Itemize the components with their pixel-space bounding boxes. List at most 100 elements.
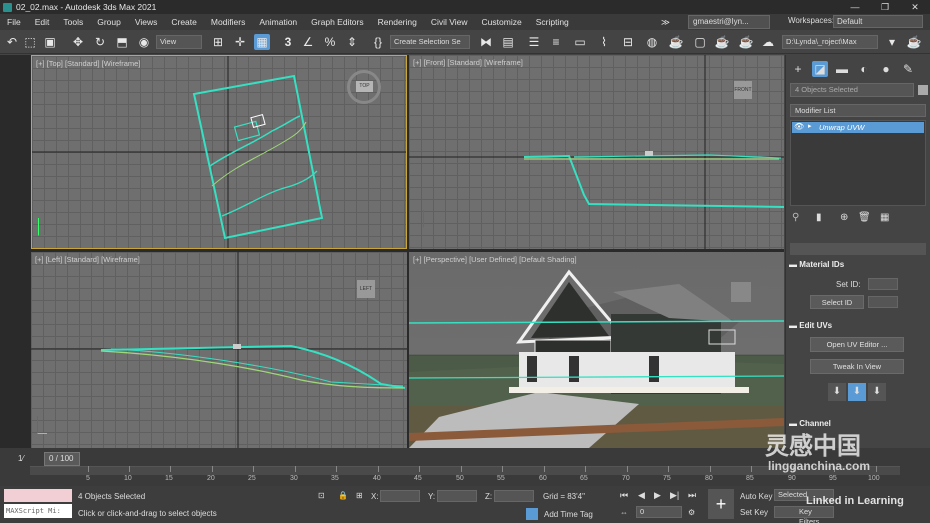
user-account-dropdown[interactable]: gmaestri@lyn... <box>688 15 770 29</box>
align-icon[interactable]: ▤ <box>500 34 516 50</box>
render-iterative-icon[interactable]: ☕ <box>738 34 754 50</box>
menu-rendering[interactable]: Rendering <box>371 17 424 27</box>
material-ids-rollout[interactable]: ▬ Material IDs <box>789 260 925 269</box>
render-production-icon[interactable]: ☕ <box>714 34 730 50</box>
layer-explorer-icon[interactable]: ≡ <box>548 34 564 50</box>
close-button[interactable]: ✕ <box>900 0 930 14</box>
expand-arrow-icon[interactable]: ▸ <box>808 122 812 130</box>
viewcube-perspective[interactable] <box>731 282 751 302</box>
rollout-scroll-bar[interactable] <box>790 243 926 255</box>
set-key-big-icon[interactable]: + <box>708 489 734 519</box>
ribbon-icon[interactable]: ▭ <box>572 34 588 50</box>
reference-coordinate-dropdown[interactable]: View <box>156 35 202 49</box>
go-to-end-icon[interactable]: ⏭ <box>688 490 696 501</box>
uv-mode-2-icon[interactable]: ⬇ <box>848 383 866 401</box>
tweak-in-view-button[interactable]: Tweak In View <box>810 359 904 374</box>
menu-scripting[interactable]: Scripting <box>529 17 576 27</box>
set-key-button[interactable]: Set Key <box>740 508 768 517</box>
render-frame-icon[interactable]: ▢ <box>692 34 708 50</box>
render-setup-icon[interactable]: ☕ <box>668 34 684 50</box>
set-id-spinner[interactable] <box>868 278 898 290</box>
time-slider[interactable]: 0 / 100 <box>44 452 80 466</box>
render-cloud-icon[interactable]: ☁ <box>760 34 776 50</box>
viewport-left-label[interactable]: [+] [Left] [Standard] [Wireframe] <box>35 255 140 264</box>
maximize-button[interactable]: ❐ <box>870 0 900 14</box>
make-unique-icon[interactable]: ⊕ <box>840 212 848 223</box>
menu-modifiers[interactable]: Modifiers <box>204 17 252 27</box>
viewport-front[interactable]: [+] [Front] [Standard] [Wireframe] FRONT <box>409 55 784 249</box>
time-tag-icon[interactable] <box>526 508 538 520</box>
key-mode-icon[interactable]: ⇔ <box>620 508 628 517</box>
select-object-icon[interactable]: ▣ <box>42 34 58 50</box>
rotate-icon[interactable]: ↻ <box>92 34 108 50</box>
viewport-perspective-label[interactable]: [+] [Perspective] [User Defined] [Defaul… <box>413 255 577 264</box>
object-name-field[interactable]: 4 Objects Selected <box>790 83 914 97</box>
previous-frame-icon[interactable]: ◀ <box>638 490 645 501</box>
project-folder-dropdown[interactable]: D:\Lynda\_roject\Max <box>782 35 878 49</box>
select-id-button[interactable]: Select ID <box>810 295 864 309</box>
viewport-front-label[interactable]: [+] [Front] [Standard] [Wireframe] <box>413 58 523 67</box>
x-coordinate-field[interactable] <box>380 490 420 502</box>
move-icon[interactable]: ✥ <box>70 34 86 50</box>
curve-editor-icon[interactable]: ⌇ <box>596 34 612 50</box>
show-end-result-icon[interactable]: ▮ <box>816 212 822 223</box>
select-manipulate-icon[interactable]: ✛ <box>232 34 248 50</box>
key-filters-button[interactable]: Key Filters... <box>774 506 834 523</box>
spinner-snap-icon[interactable]: ⇕ <box>344 34 360 50</box>
viewport-top[interactable]: [+] [Top] [Standard] [Wireframe] TOP <box>31 55 407 249</box>
hierarchy-tab-icon[interactable]: ▬ <box>834 61 850 77</box>
modifier-list-dropdown[interactable]: Modifier List <box>790 104 926 117</box>
menu-group[interactable]: Group <box>90 17 128 27</box>
schematic-view-icon[interactable]: ⊟ <box>620 34 636 50</box>
configure-sets-icon[interactable]: ▦ <box>880 212 889 223</box>
viewport-perspective[interactable]: [+] [Perspective] [User Defined] [Defaul… <box>409 252 784 448</box>
object-color-swatch[interactable] <box>918 85 928 95</box>
select-id-spinner[interactable] <box>868 296 898 308</box>
menu-tools[interactable]: Tools <box>56 17 90 27</box>
keyboard-shortcut-icon[interactable]: ▦ <box>254 34 270 50</box>
menu-views[interactable]: Views <box>128 17 165 27</box>
absolute-mode-icon[interactable]: ⊞ <box>356 491 363 500</box>
viewport-left[interactable]: [+] [Left] [Standard] [Wireframe] LEFT <box>31 252 407 448</box>
maxscript-mini-listener[interactable]: MAXScript Mi: <box>4 504 72 518</box>
time-config-icon[interactable]: 1⁄ <box>18 454 24 463</box>
workspace-dropdown[interactable]: Default <box>833 15 923 28</box>
teapot-icon[interactable]: ☕ <box>906 34 922 50</box>
viewcube-front[interactable]: FRONT <box>734 81 752 99</box>
display-tab-icon[interactable]: ● <box>878 61 894 77</box>
viewport-top-label[interactable]: [+] [Top] [Standard] [Wireframe] <box>36 59 140 68</box>
create-tab-icon[interactable]: + <box>790 61 806 77</box>
angle-snap-icon[interactable]: ∠ <box>300 34 316 50</box>
edit-named-selection-icon[interactable]: {} <box>370 34 386 50</box>
remove-modifier-icon[interactable]: 🗑 <box>858 212 871 223</box>
snaps-toggle-icon[interactable]: 3 <box>280 34 296 50</box>
uv-mode-3-icon[interactable]: ⬇ <box>868 383 886 401</box>
current-frame-field[interactable]: 0 <box>636 506 682 518</box>
uv-mode-1-icon[interactable]: ⬇ <box>828 383 846 401</box>
isolate-icon[interactable]: ⊡ <box>318 491 325 500</box>
viewcube-top-face[interactable]: TOP <box>356 81 373 92</box>
menu-create[interactable]: Create <box>164 17 204 27</box>
undo-icon[interactable]: ↶ <box>4 34 20 50</box>
auto-key-button[interactable]: Auto Key <box>740 492 772 501</box>
maxscript-listener-input[interactable] <box>4 489 72 502</box>
add-time-tag-button[interactable]: Add Time Tag <box>544 510 593 519</box>
play-icon[interactable]: ▶ <box>654 490 661 501</box>
open-uv-editor-button[interactable]: Open UV Editor ... <box>810 337 904 352</box>
material-editor-icon[interactable]: ◍ <box>644 34 660 50</box>
select-region-icon[interactable]: ⬚ <box>22 34 38 50</box>
menu-customize[interactable]: Customize <box>475 17 529 27</box>
menu-civil-view[interactable]: Civil View <box>424 17 475 27</box>
placement-icon[interactable]: ◉ <box>136 34 152 50</box>
mirror-icon[interactable]: ⧓ <box>478 34 494 50</box>
named-selection-sets-dropdown[interactable]: Create Selection Se <box>390 35 470 49</box>
lock-icon[interactable]: 🔒 <box>338 491 348 500</box>
menu-overflow-icon[interactable]: ≫ <box>654 17 677 28</box>
go-to-start-icon[interactable]: ⏮ <box>620 490 628 501</box>
menu-graph-editors[interactable]: Graph Editors <box>304 17 370 27</box>
motion-tab-icon[interactable]: ◐ <box>856 61 872 77</box>
project-folder-icon[interactable]: ▾ <box>884 34 900 50</box>
next-frame-icon[interactable]: ▶| <box>670 490 679 501</box>
viewcube-compass[interactable]: TOP <box>347 70 381 104</box>
scale-icon[interactable]: ⬒ <box>114 34 130 50</box>
